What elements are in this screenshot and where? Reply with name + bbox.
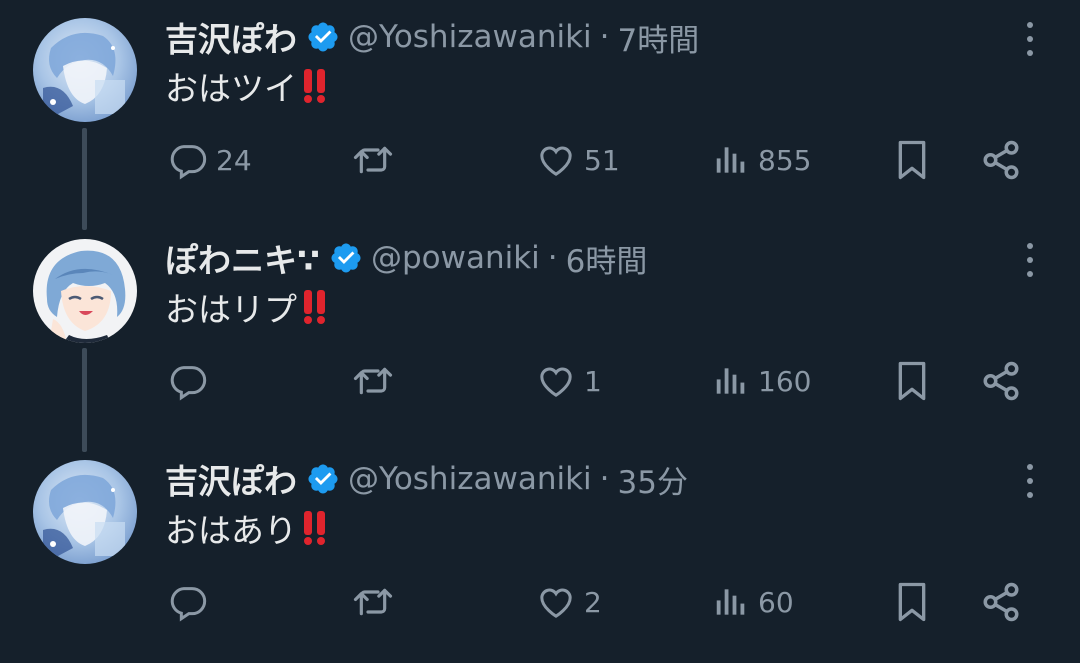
analytics-icon bbox=[716, 589, 745, 615]
user-handle[interactable]: @Yoshizawaniki bbox=[348, 19, 592, 55]
share-button[interactable] bbox=[980, 343, 1022, 419]
tweet-thread: 吉沢ぽわ @Yoshizawaniki · 7時間 おはツイ 24 51 855… bbox=[0, 0, 1080, 655]
like-count: 2 bbox=[584, 585, 602, 619]
bookmark-button[interactable] bbox=[892, 564, 932, 640]
tweet-text: おはツイ bbox=[165, 62, 329, 110]
reply-button[interactable] bbox=[168, 564, 216, 640]
analytics-icon bbox=[716, 147, 745, 173]
avatar[interactable] bbox=[33, 460, 137, 564]
tweet-actions: 2 60 bbox=[0, 564, 1080, 640]
tweet[interactable]: 吉沢ぽわ @Yoshizawaniki · 35分 おはあり 2 60 bbox=[0, 442, 1080, 663]
timestamp[interactable]: 35分 bbox=[618, 457, 688, 502]
like-count: 51 bbox=[584, 143, 620, 177]
display-name[interactable]: ぽわニキ∵ bbox=[165, 234, 320, 282]
share-button[interactable] bbox=[980, 122, 1022, 198]
tweet-text-body: おはツイ bbox=[165, 69, 297, 108]
verified-badge-icon bbox=[329, 241, 363, 275]
tweet-actions: 24 51 855 bbox=[0, 122, 1080, 198]
tweet-text-body: おはあり bbox=[165, 511, 297, 550]
retweet-button[interactable] bbox=[350, 343, 404, 419]
avatar[interactable] bbox=[33, 239, 137, 343]
tweet-text-body: おはリプ bbox=[165, 290, 297, 329]
bookmark-icon bbox=[898, 582, 926, 622]
retweet-icon bbox=[353, 588, 393, 616]
share-button[interactable] bbox=[980, 564, 1022, 640]
avatar[interactable] bbox=[33, 18, 137, 122]
timestamp[interactable]: 6時間 bbox=[566, 236, 648, 281]
share-icon bbox=[983, 140, 1019, 180]
reply-count: 24 bbox=[216, 143, 252, 177]
more-icon[interactable] bbox=[1018, 464, 1042, 498]
view-count: 855 bbox=[758, 143, 812, 177]
heart-icon bbox=[540, 367, 572, 397]
view-count: 60 bbox=[758, 585, 794, 619]
like-button[interactable]: 1 bbox=[536, 343, 602, 419]
share-icon bbox=[983, 582, 1019, 622]
verified-badge-icon bbox=[306, 462, 340, 496]
tweet-text: おはリプ bbox=[165, 283, 329, 331]
tweet[interactable]: ぽわニキ∵ @powaniki · 6時間 おはリプ 1 160 bbox=[0, 221, 1080, 442]
retweet-icon bbox=[353, 367, 393, 395]
heart-icon bbox=[540, 146, 572, 176]
verified-badge-icon bbox=[306, 20, 340, 54]
bookmark-icon bbox=[898, 140, 926, 180]
views-button[interactable]: 160 bbox=[712, 343, 811, 419]
display-name[interactable]: 吉沢ぽわ bbox=[165, 13, 297, 61]
tweet-text: おはあり bbox=[165, 504, 329, 552]
separator-dot: · bbox=[599, 19, 610, 55]
reply-icon bbox=[170, 587, 207, 622]
retweet-button[interactable] bbox=[350, 564, 404, 640]
display-name[interactable]: 吉沢ぽわ bbox=[165, 455, 297, 503]
double-exclamation-emoji bbox=[301, 288, 329, 326]
retweet-icon bbox=[353, 146, 393, 174]
bookmark-button[interactable] bbox=[892, 122, 932, 198]
views-button[interactable]: 855 bbox=[712, 122, 811, 198]
reply-button[interactable]: 24 bbox=[168, 122, 252, 198]
user-handle[interactable]: @Yoshizawaniki bbox=[348, 461, 592, 497]
separator-dot: · bbox=[547, 240, 558, 276]
view-count: 160 bbox=[758, 364, 812, 398]
retweet-button[interactable] bbox=[350, 122, 404, 198]
like-button[interactable]: 51 bbox=[536, 122, 620, 198]
reply-icon bbox=[170, 366, 207, 401]
tweet-header: 吉沢ぽわ @Yoshizawaniki · 7時間 bbox=[165, 14, 699, 60]
bookmark-icon bbox=[898, 361, 926, 401]
tweet-actions: 1 160 bbox=[0, 343, 1080, 419]
like-count: 1 bbox=[584, 364, 602, 398]
tweet-header: 吉沢ぽわ @Yoshizawaniki · 35分 bbox=[165, 456, 688, 502]
reply-icon bbox=[170, 145, 207, 180]
reply-button[interactable] bbox=[168, 343, 216, 419]
user-handle[interactable]: @powaniki bbox=[371, 240, 540, 276]
separator-dot: · bbox=[599, 461, 610, 497]
more-icon[interactable] bbox=[1018, 243, 1042, 277]
double-exclamation-emoji bbox=[301, 509, 329, 547]
timestamp[interactable]: 7時間 bbox=[618, 15, 700, 60]
analytics-icon bbox=[716, 368, 745, 394]
double-exclamation-emoji bbox=[301, 67, 329, 105]
share-icon bbox=[983, 361, 1019, 401]
tweet[interactable]: 吉沢ぽわ @Yoshizawaniki · 7時間 おはツイ 24 51 855 bbox=[0, 0, 1080, 221]
more-icon[interactable] bbox=[1018, 22, 1042, 56]
like-button[interactable]: 2 bbox=[536, 564, 602, 640]
tweet-header: ぽわニキ∵ @powaniki · 6時間 bbox=[165, 235, 647, 281]
views-button[interactable]: 60 bbox=[712, 564, 794, 640]
heart-icon bbox=[540, 588, 572, 618]
bookmark-button[interactable] bbox=[892, 343, 932, 419]
